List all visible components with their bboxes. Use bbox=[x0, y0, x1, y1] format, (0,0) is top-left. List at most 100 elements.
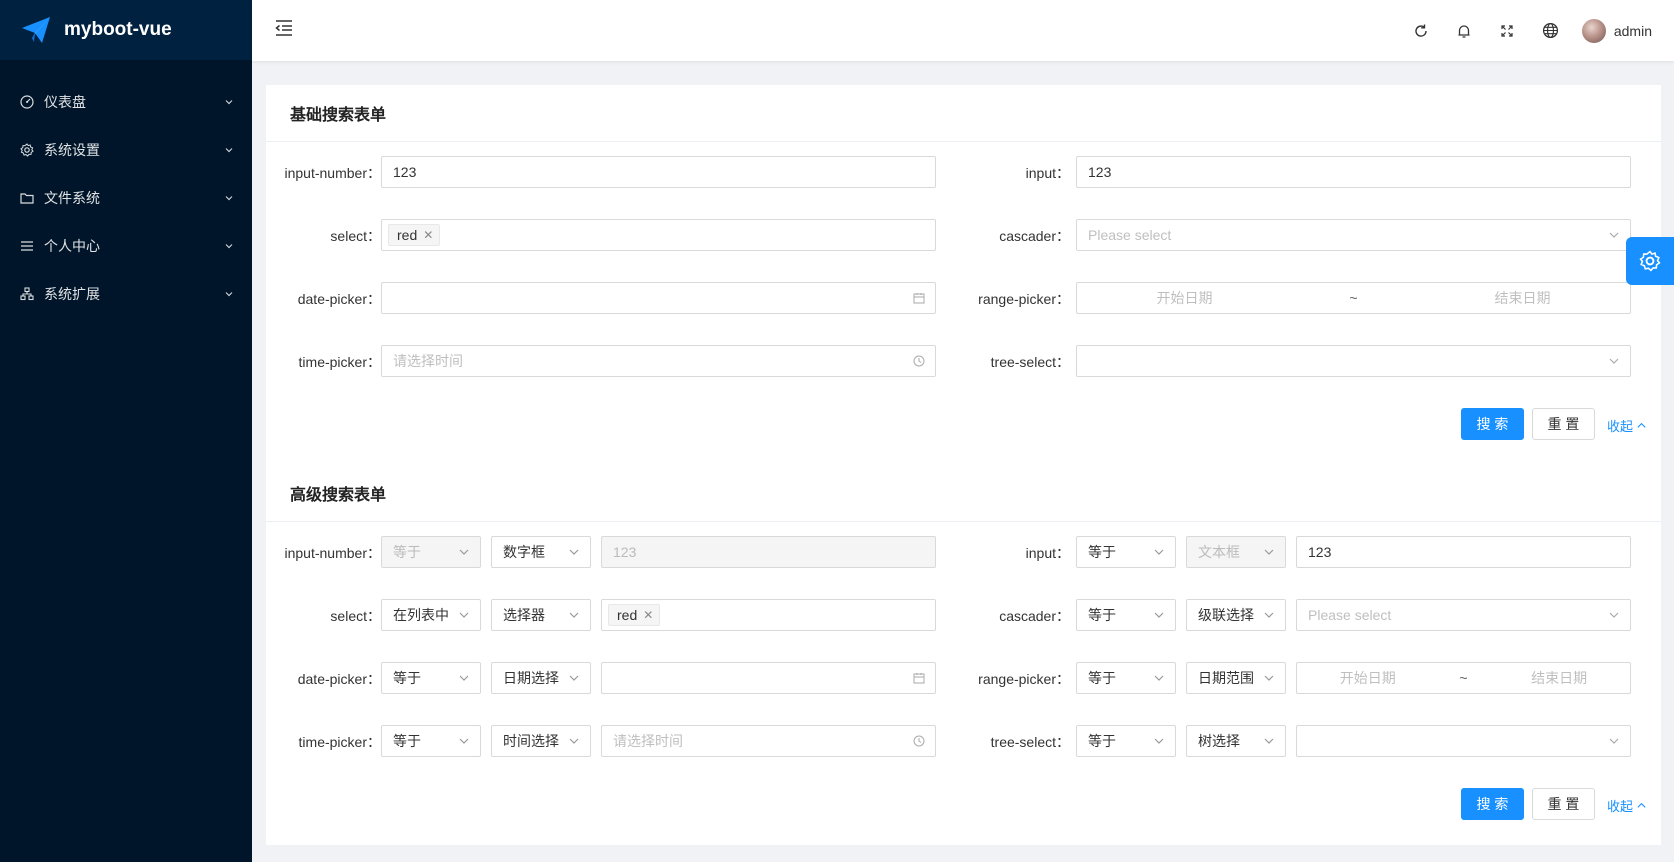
adv-cascader-field[interactable]: Please select bbox=[1296, 599, 1631, 631]
adv-select-field[interactable]: red ✕ bbox=[601, 599, 936, 631]
chevron-down-icon bbox=[1264, 612, 1274, 618]
adv-input-type[interactable]: 文本框 bbox=[1186, 536, 1286, 568]
close-icon[interactable]: ✕ bbox=[643, 608, 653, 622]
select-tag-label: red bbox=[617, 607, 638, 623]
adv-select-label: select： bbox=[330, 608, 381, 624]
basic-input-field[interactable]: 123 bbox=[1076, 156, 1631, 188]
adv-tree-select-operator[interactable]: 等于 bbox=[1076, 725, 1176, 757]
sidebar-item-dashboard[interactable]: 仪表盘 bbox=[0, 78, 252, 126]
adv-date-picker-type[interactable]: 日期选择 bbox=[491, 662, 591, 694]
range-start-placeholder: 开始日期 bbox=[1339, 670, 1396, 686]
select-tag: red ✕ bbox=[388, 224, 441, 246]
select-tag: red ✕ bbox=[608, 604, 661, 626]
basic-search-button[interactable]: 搜 索 bbox=[1461, 408, 1524, 440]
basic-reset-button[interactable]: 重 置 bbox=[1532, 408, 1595, 440]
sidebar-item-label: 文件系统 bbox=[44, 190, 100, 206]
top-header: admin bbox=[252, 0, 1674, 61]
basic-collapse-link[interactable]: 收起 bbox=[1607, 416, 1647, 435]
cascader-placeholder: Please select bbox=[1308, 607, 1392, 623]
adv-input-operator[interactable]: 等于 bbox=[1076, 536, 1176, 568]
time-placeholder: 请选择时间 bbox=[393, 353, 463, 369]
basic-time-picker-label: time-picker： bbox=[298, 354, 381, 370]
collapse-label: 收起 bbox=[1607, 419, 1634, 434]
gear-icon bbox=[1639, 250, 1661, 272]
adv-collapse-link[interactable]: 收起 bbox=[1607, 796, 1647, 815]
time-placeholder: 请选择时间 bbox=[613, 733, 683, 749]
range-separator: ~ bbox=[1349, 290, 1358, 306]
adv-input-number-type[interactable]: 数字框 bbox=[491, 536, 591, 568]
basic-tree-select-field[interactable] bbox=[1076, 345, 1631, 377]
adv-range-picker-operator[interactable]: 等于 bbox=[1076, 662, 1176, 694]
adv-date-picker-field[interactable] bbox=[601, 662, 936, 694]
close-icon[interactable]: ✕ bbox=[423, 228, 433, 242]
gear-icon bbox=[20, 143, 34, 157]
sidebar-item-label: 系统扩展 bbox=[44, 286, 100, 302]
chevron-down-icon bbox=[1154, 675, 1164, 681]
adv-reset-button[interactable]: 重 置 bbox=[1532, 788, 1595, 820]
range-end-placeholder: 结束日期 bbox=[1531, 670, 1588, 686]
chevron-down-icon bbox=[1154, 738, 1164, 744]
adv-tree-select-field[interactable] bbox=[1296, 725, 1631, 757]
type-value: 数字框 bbox=[503, 544, 545, 560]
chevron-down-icon bbox=[569, 738, 579, 744]
adv-time-picker-label: time-picker： bbox=[298, 734, 381, 750]
adv-input-number-label: input-number： bbox=[284, 545, 382, 561]
adv-cascader-type[interactable]: 级联选择 bbox=[1186, 599, 1286, 631]
paper-plane-icon bbox=[22, 17, 50, 43]
adv-input-number-field[interactable]: 123 bbox=[601, 536, 936, 568]
basic-time-picker-field[interactable]: 请选择时间 bbox=[381, 345, 936, 377]
adv-input-number-value: 123 bbox=[613, 544, 637, 560]
user-menu[interactable]: admin bbox=[1581, 18, 1652, 43]
adv-time-picker-field[interactable]: 请选择时间 bbox=[601, 725, 936, 757]
chevron-down-icon bbox=[1154, 549, 1164, 555]
chevron-down-icon bbox=[569, 675, 579, 681]
clock-icon bbox=[913, 355, 925, 367]
reload-icon[interactable] bbox=[1400, 11, 1443, 51]
adv-time-picker-operator[interactable]: 等于 bbox=[381, 725, 481, 757]
basic-date-picker-field[interactable] bbox=[381, 282, 936, 314]
cascader-placeholder: Please select bbox=[1088, 227, 1172, 243]
bell-icon[interactable] bbox=[1443, 11, 1486, 51]
adv-select-type[interactable]: 选择器 bbox=[491, 599, 591, 631]
adv-search-button[interactable]: 搜 索 bbox=[1461, 788, 1524, 820]
type-value: 文本框 bbox=[1198, 544, 1240, 560]
adv-time-picker-type[interactable]: 时间选择 bbox=[491, 725, 591, 757]
chevron-down-icon bbox=[225, 196, 233, 201]
sidebar-item-extensions[interactable]: 系统扩展 bbox=[0, 270, 252, 318]
globe-icon[interactable] bbox=[1529, 11, 1572, 51]
logo[interactable]: myboot-vue bbox=[0, 0, 252, 60]
basic-range-picker-label: range-picker： bbox=[978, 291, 1070, 307]
adv-date-picker-operator[interactable]: 等于 bbox=[381, 662, 481, 694]
operator-value: 等于 bbox=[393, 670, 421, 686]
operator-value: 等于 bbox=[393, 544, 421, 560]
chevron-down-icon bbox=[1609, 232, 1619, 238]
basic-cascader-field[interactable]: Please select bbox=[1076, 219, 1631, 251]
sidebar-item-files[interactable]: 文件系统 bbox=[0, 174, 252, 222]
settings-drawer-button[interactable] bbox=[1626, 237, 1674, 285]
adv-input-field[interactable]: 123 bbox=[1296, 536, 1631, 568]
range-separator: ~ bbox=[1459, 670, 1468, 686]
adv-select-operator[interactable]: 在列表中 bbox=[381, 599, 481, 631]
chevron-up-icon bbox=[1637, 422, 1646, 428]
sidebar-item-profile[interactable]: 个人中心 bbox=[0, 222, 252, 270]
adv-range-picker-type[interactable]: 日期范围 bbox=[1186, 662, 1286, 694]
fullscreen-icon[interactable] bbox=[1486, 11, 1529, 51]
adv-date-picker-label: date-picker： bbox=[297, 671, 381, 687]
adv-cascader-operator[interactable]: 等于 bbox=[1076, 599, 1176, 631]
basic-range-picker-field[interactable]: 开始日期 ~ 结束日期 bbox=[1076, 282, 1631, 314]
basic-input-value: 123 bbox=[1088, 164, 1112, 180]
select-tag-label: red bbox=[397, 227, 418, 243]
adv-tree-select-type[interactable]: 树选择 bbox=[1186, 725, 1286, 757]
adv-input-number-operator[interactable]: 等于 bbox=[381, 536, 481, 568]
basic-input-number-field[interactable]: 123 bbox=[381, 156, 936, 188]
operator-value: 等于 bbox=[1088, 670, 1116, 686]
sidebar-item-settings[interactable]: 系统设置 bbox=[0, 126, 252, 174]
menu-fold-icon[interactable] bbox=[274, 18, 294, 38]
basic-cascader-label: cascader： bbox=[999, 228, 1070, 244]
basic-select-field[interactable]: red ✕ bbox=[381, 219, 936, 251]
chevron-down-icon bbox=[1264, 549, 1274, 555]
calendar-icon bbox=[913, 673, 925, 684]
adv-input-value: 123 bbox=[1308, 544, 1332, 560]
range-start-placeholder: 开始日期 bbox=[1156, 290, 1213, 306]
adv-range-picker-field[interactable]: 开始日期 ~ 结束日期 bbox=[1296, 662, 1631, 694]
